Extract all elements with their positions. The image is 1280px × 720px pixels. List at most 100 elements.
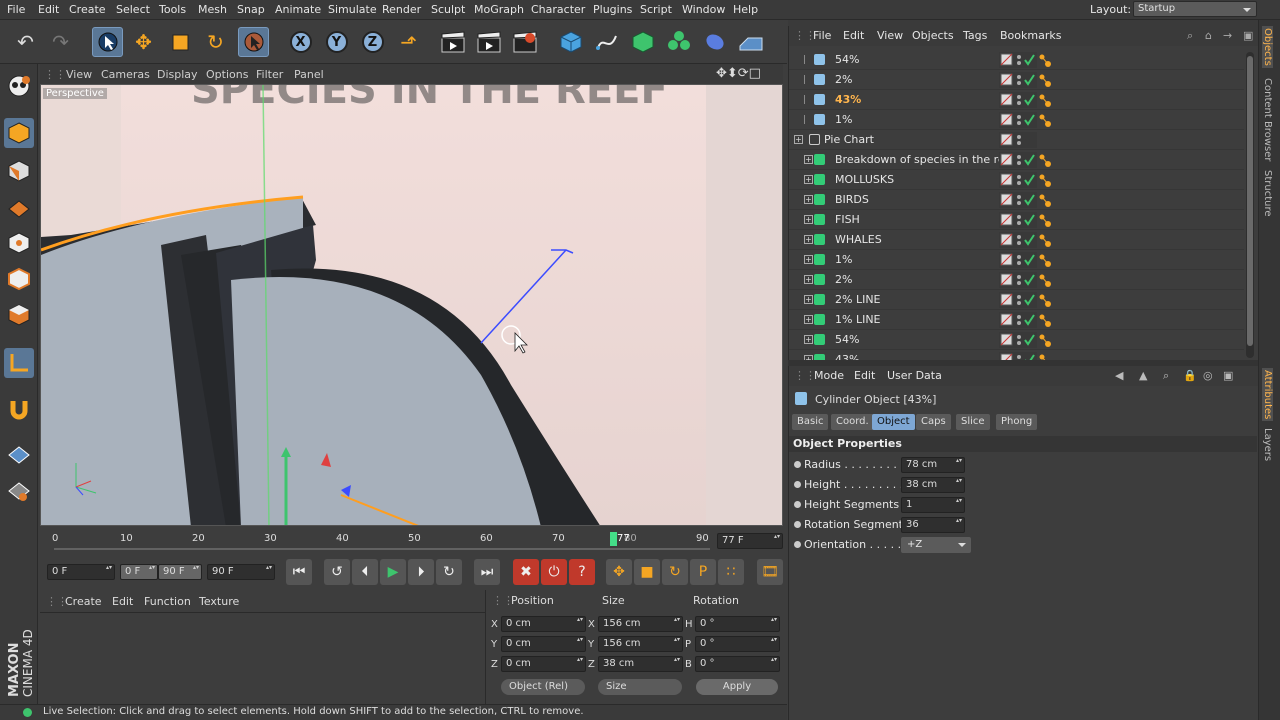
am-menu-user-data[interactable]: User Data: [887, 369, 942, 382]
subdivision-surface-button[interactable]: [627, 27, 658, 57]
viewport-navigation-icons[interactable]: ✥⬍⟳□: [716, 66, 761, 81]
apply-button[interactable]: Apply: [696, 679, 778, 695]
tab-coord[interactable]: Coord.: [831, 414, 874, 430]
recent-tool-button[interactable]: [238, 27, 269, 57]
menu-file[interactable]: File: [7, 3, 25, 16]
layout-dropdown[interactable]: Startup: [1133, 1, 1257, 17]
visibility-flags[interactable]: [999, 312, 1037, 328]
visibility-flags[interactable]: [999, 172, 1037, 188]
menu-render[interactable]: Render: [382, 3, 421, 16]
object-name[interactable]: FISH: [835, 213, 999, 226]
expand-toggle-icon[interactable]: +: [794, 135, 803, 144]
go-to-start-button[interactable]: ⏮: [286, 559, 312, 585]
object-row[interactable]: +2%: [789, 270, 1244, 290]
play-button[interactable]: ▶: [380, 559, 406, 585]
tab-slice[interactable]: Slice: [956, 414, 990, 430]
phong-tag-icon[interactable]: [1039, 53, 1051, 67]
playhead[interactable]: [610, 532, 617, 546]
side-tab-attributes[interactable]: Attributes: [1262, 368, 1273, 422]
expand-toggle-icon[interactable]: +: [804, 215, 813, 224]
keyframe-selection-button[interactable]: ?: [569, 559, 595, 585]
phong-tag-icon[interactable]: [1039, 313, 1051, 327]
key-rotation-button[interactable]: ↻: [662, 559, 688, 585]
menu-mograph[interactable]: MoGraph: [474, 3, 524, 16]
viewport-perspective[interactable]: SPECIES IN THE REEF Perspective: [40, 84, 783, 526]
points-mode-button[interactable]: [4, 228, 34, 258]
am-up-icon[interactable]: ▲: [1139, 369, 1147, 382]
visibility-flags[interactable]: [999, 212, 1037, 228]
om-menu-objects[interactable]: Objects: [912, 29, 954, 42]
visibility-flags[interactable]: [999, 352, 1037, 360]
previous-key-button[interactable]: ↺: [324, 559, 350, 585]
expand-toggle-icon[interactable]: [804, 115, 813, 124]
next-key-button[interactable]: ↻: [436, 559, 462, 585]
range-end-field[interactable]: 90 F: [158, 564, 202, 580]
autokey-button[interactable]: ⏻: [541, 559, 567, 585]
expand-toggle-icon[interactable]: +: [804, 315, 813, 324]
timeline-window-button[interactable]: 🎞: [757, 559, 783, 585]
menu-plugins[interactable]: Plugins: [593, 3, 632, 16]
visibility-flags[interactable]: [999, 292, 1037, 308]
object-list-scrollbar[interactable]: [1246, 52, 1254, 358]
material-menu-function[interactable]: Function: [144, 595, 191, 608]
rot-b-field[interactable]: 0 °: [695, 656, 780, 672]
material-menu-edit[interactable]: Edit: [112, 595, 133, 608]
prop-height-field[interactable]: 38 cm: [901, 477, 965, 493]
visibility-flags[interactable]: [999, 132, 1037, 148]
phong-tag-icon[interactable]: [1039, 193, 1051, 207]
cloner-button[interactable]: [663, 27, 694, 57]
object-name[interactable]: MOLLUSKS: [835, 173, 999, 186]
viewport-menu-display[interactable]: Display: [157, 68, 198, 81]
visibility-flags[interactable]: [999, 272, 1037, 288]
object-name[interactable]: Pie Chart: [824, 133, 988, 146]
scale-button[interactable]: [164, 27, 195, 57]
cube-button[interactable]: [555, 27, 586, 57]
menu-edit[interactable]: Edit: [38, 3, 59, 16]
object-row[interactable]: 1%: [789, 110, 1244, 130]
phong-tag-icon[interactable]: [1039, 213, 1051, 227]
object-row[interactable]: +43%: [789, 350, 1244, 360]
phong-tag-icon[interactable]: [1039, 173, 1051, 187]
polygons-mode-button[interactable]: [4, 300, 34, 330]
size-x-field[interactable]: 156 cm: [598, 616, 683, 632]
menu-tools[interactable]: Tools: [159, 3, 186, 16]
object-row[interactable]: 43%: [789, 90, 1244, 110]
menu-help[interactable]: Help: [733, 3, 758, 16]
record-keys-button[interactable]: ✖: [513, 559, 539, 585]
animate-height-toggle[interactable]: [794, 481, 801, 488]
object-row[interactable]: 54%: [789, 50, 1244, 70]
key-pla-button[interactable]: ∷: [718, 559, 744, 585]
end-frame-field[interactable]: 90 F: [207, 564, 275, 580]
size-y-field[interactable]: 156 cm: [598, 636, 683, 652]
am-lock-icon[interactable]: 🔒: [1183, 369, 1197, 382]
viewport-menu-options[interactable]: Options: [206, 68, 248, 81]
prop-radius-field[interactable]: 78 cm: [901, 457, 965, 473]
snap-button[interactable]: [4, 394, 34, 424]
expand-toggle-icon[interactable]: +: [804, 275, 813, 284]
viewport-menu-panel[interactable]: Panel: [294, 68, 324, 81]
expand-toggle-icon[interactable]: [804, 95, 813, 104]
object-name[interactable]: 54%: [835, 53, 999, 66]
menu-select[interactable]: Select: [116, 3, 150, 16]
coordinate-mode-dropdown[interactable]: Object (Rel): [501, 679, 585, 695]
side-tab-structure[interactable]: Structure: [1262, 170, 1273, 217]
visibility-flags[interactable]: [999, 232, 1037, 248]
menu-character[interactable]: Character: [531, 3, 585, 16]
expand-toggle-icon[interactable]: +: [804, 175, 813, 184]
animate-rotation-segments-toggle[interactable]: [794, 521, 801, 528]
expand-toggle-icon[interactable]: +: [804, 295, 813, 304]
material-menu-texture[interactable]: Texture: [199, 595, 239, 608]
redo-button[interactable]: ↷: [45, 27, 76, 57]
expand-toggle-icon[interactable]: +: [804, 195, 813, 204]
object-row[interactable]: +1% LINE: [789, 310, 1244, 330]
visibility-flags[interactable]: [999, 252, 1037, 268]
side-tab-layers[interactable]: Layers: [1262, 428, 1273, 461]
menu-sculpt[interactable]: Sculpt: [431, 3, 465, 16]
object-row[interactable]: +54%: [789, 330, 1244, 350]
live-selection-button[interactable]: [92, 27, 123, 57]
expand-toggle-icon[interactable]: +: [804, 235, 813, 244]
key-position-button[interactable]: ✥: [606, 559, 632, 585]
phong-tag-icon[interactable]: [1039, 93, 1051, 107]
tab-basic[interactable]: Basic: [792, 414, 829, 430]
am-new-icon[interactable]: ▣: [1223, 369, 1233, 382]
